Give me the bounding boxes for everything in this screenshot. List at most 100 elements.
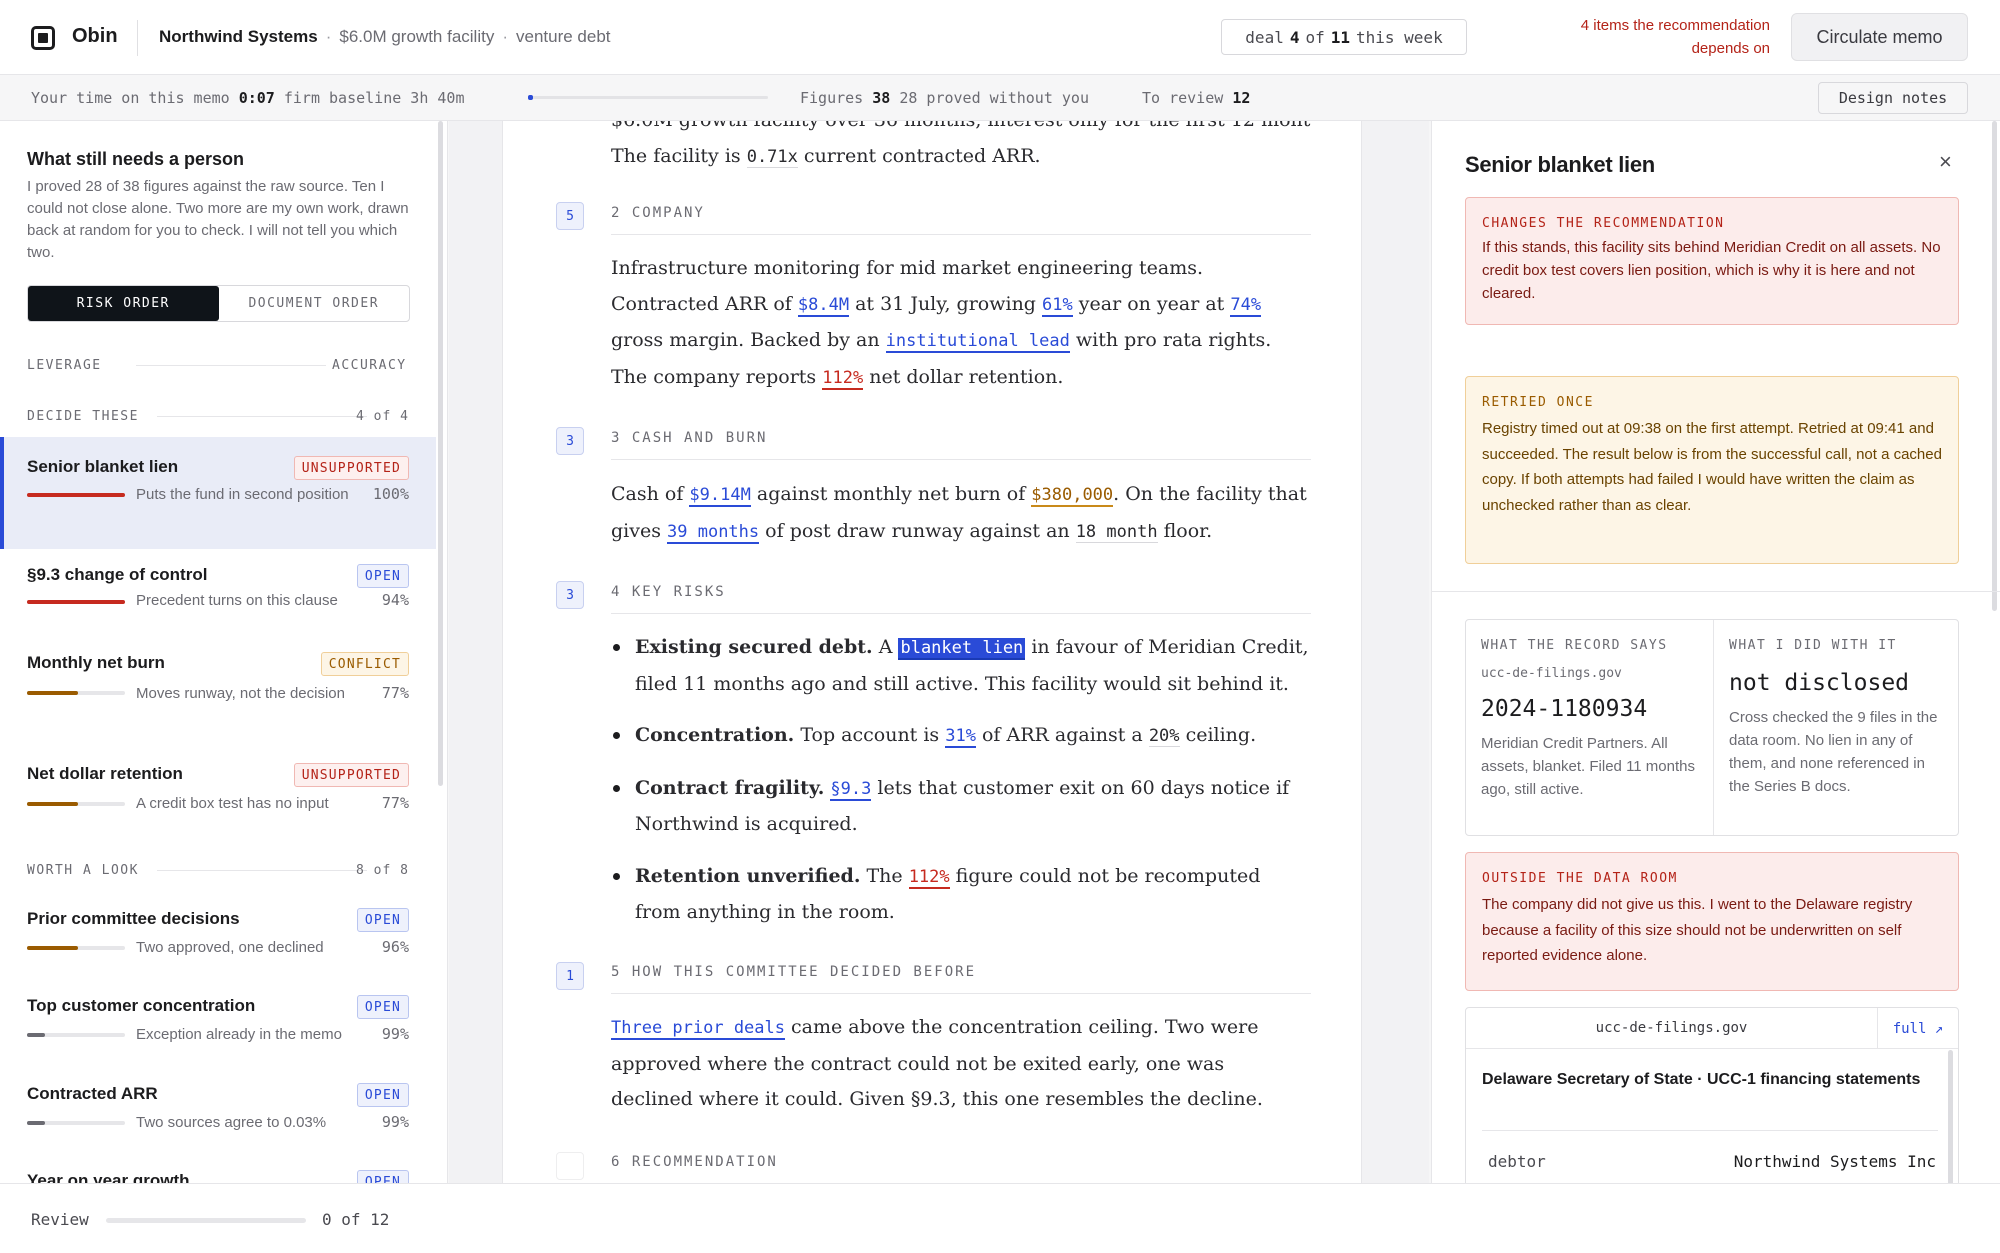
circulate-memo-button[interactable]: Circulate memo: [1791, 13, 1968, 61]
company-name: Northwind Systems: [159, 27, 318, 46]
design-notes-button[interactable]: Design notes: [1818, 82, 1968, 114]
item-subtitle: Two approved, one declined: [136, 939, 324, 956]
accuracy-value: 77%: [381, 684, 409, 702]
open-full-source-link[interactable]: full ↗: [1877, 1008, 1958, 1049]
time-on-memo: Your time on this memo 0:07 firm baselin…: [31, 89, 465, 107]
accuracy-value: 94%: [381, 591, 409, 609]
figures-stat: Figures 38 28 proved without you: [800, 89, 1089, 107]
leverage-bar: [27, 1121, 125, 1125]
figure-gross-margin[interactable]: 74%: [1230, 294, 1262, 317]
item-name: Monthly net burn: [27, 653, 165, 672]
leverage-bar: [27, 600, 125, 604]
risk-item: Contract fragility. §9.3 lets that custo…: [611, 771, 1311, 843]
review-progress-track: [106, 1218, 306, 1223]
figure-contracted-arr[interactable]: $8.4M: [797, 294, 850, 317]
deal-counter[interactable]: deal 4 of 11 this week: [1221, 19, 1467, 55]
risk-item: Existing secured debt. A blanket lien in…: [611, 630, 1311, 702]
order-toggle: RISK ORDER DOCUMENT ORDER: [27, 285, 410, 322]
source-title: Delaware Secretary of State · UCC-1 fina…: [1482, 1071, 1921, 1088]
section-count-badge[interactable]: 1: [556, 962, 584, 990]
accuracy-value: 100%: [372, 485, 409, 503]
figure-top-account-share[interactable]: 31%: [945, 726, 976, 748]
group-label: WORTH A LOOK: [27, 863, 139, 878]
card-caption: RETRIED ONCE: [1482, 395, 1594, 410]
leverage-fill: [27, 1033, 45, 1037]
item-subtitle: Precedent turns on this clause: [136, 592, 338, 609]
leverage-bar: [27, 691, 125, 695]
review-item-prior-committee-decisions[interactable]: Prior committee decisions OPEN Two appro…: [0, 897, 436, 977]
item-name: Senior blanket lien: [27, 457, 179, 476]
document-order-tab[interactable]: DOCUMENT ORDER: [219, 286, 410, 321]
close-icon[interactable]: ×: [1939, 149, 1952, 175]
divider: [1482, 1130, 1938, 1131]
figure-cash[interactable]: $9.14M: [689, 485, 751, 507]
action-caption: WHAT I DID WITH IT: [1729, 638, 1897, 653]
filing-number: 2024-1180934: [1481, 696, 1648, 722]
figure-concentration-ceiling[interactable]: 20%: [1148, 726, 1180, 747]
accuracy-value: 96%: [381, 938, 409, 956]
source-scrollbar[interactable]: [1948, 1050, 1953, 1183]
leverage-bar: [27, 493, 125, 497]
risk-list: Existing secured debt. A blanket lien in…: [611, 630, 1311, 947]
clause-9-3-link[interactable]: §9.3: [830, 778, 872, 801]
deal-summary: Northwind Systems · $6.0M growth facility ·…: [159, 27, 611, 46]
item-name: Year on year growth: [27, 1171, 190, 1183]
claim-prior-deals[interactable]: Three prior deals: [611, 1018, 785, 1040]
panel-scrollbar[interactable]: [1992, 121, 1997, 611]
review-item-contracted-arr[interactable]: Contracted ARR OPEN Two sources agree to…: [0, 1072, 436, 1152]
review-item-change-of-control[interactable]: §9.3 change of control OPEN Precedent tu…: [0, 553, 436, 633]
leverage-fill: [27, 691, 78, 695]
figure-arr-multiple[interactable]: 0.71x: [746, 146, 798, 168]
claim-blanket-lien[interactable]: blanket lien: [898, 638, 1026, 660]
source-domain: ucc-de-filings.gov: [1595, 1020, 1748, 1036]
status-badge: OPEN: [356, 564, 409, 588]
facility-type: venture debt: [516, 27, 611, 46]
section-heading-company: 2 COMPANY: [611, 205, 1311, 235]
card-text: If this stands, this facility sits behin…: [1482, 239, 1941, 302]
review-label: Review: [31, 1210, 89, 1229]
review-item-senior-blanket-lien[interactable]: Senior blanket lien UNSUPPORTED Puts the…: [0, 437, 436, 549]
status-badge: OPEN: [356, 908, 409, 932]
section-count-badge[interactable]: [556, 1152, 584, 1180]
section-count-badge[interactable]: 3: [556, 581, 584, 609]
figure-growth[interactable]: 61%: [1042, 294, 1073, 317]
memo-paragraph-committee: Three prior deals came above the concent…: [611, 1016, 1263, 1110]
review-item-top-customer-concentration[interactable]: Top customer concentration OPEN Exceptio…: [0, 984, 436, 1064]
leverage-fill: [27, 600, 125, 604]
text: The facility is: [611, 144, 747, 167]
divider: [1432, 591, 2000, 592]
figure-retention[interactable]: 112%: [908, 866, 950, 889]
section-count-badge[interactable]: 5: [556, 202, 584, 230]
memo-area: $6.0M growth facility over 36 months, in…: [449, 121, 1429, 1183]
review-count: 0 of 12: [322, 1210, 390, 1229]
review-item-monthly-net-burn[interactable]: Monthly net burn CONFLICT Moves runway, …: [0, 641, 436, 741]
review-item-year-on-year-growth[interactable]: Year on year growth OPEN: [0, 1159, 436, 1183]
section-heading-key-risks: 4 KEY RISKS: [611, 584, 1311, 614]
risk-order-tab[interactable]: RISK ORDER: [28, 286, 219, 321]
group-count: 8 of 8: [356, 863, 409, 878]
deal-counter-of: of: [1305, 27, 1325, 47]
group-count: 4 of 4: [356, 409, 409, 424]
terms-fragment: $6.0M growth facility over 36 months, in…: [611, 121, 1311, 139]
figure-monthly-burn[interactable]: $380,000: [1031, 485, 1114, 507]
evidence-panel: Senior blanket lien × CHANGES THE RECOMM…: [1431, 121, 2000, 1183]
figure-runway-floor[interactable]: 18 month: [1075, 521, 1158, 543]
group-header-worth-a-look: WORTH A LOOK 8 of 8: [27, 863, 409, 878]
record-column: WHAT THE RECORD SAYS ucc-de-filings.gov …: [1466, 620, 1712, 835]
accuracy-column-header: ACCURACY: [332, 358, 407, 373]
status-badge: CONFLICT: [320, 652, 409, 676]
to-review-stat: To review 12: [1142, 89, 1251, 107]
card-text: Registry timed out at 09:38 on the first…: [1482, 420, 1942, 514]
review-item-net-dollar-retention[interactable]: Net dollar retention UNSUPPORTED A credi…: [0, 752, 436, 832]
leverage-bar: [27, 802, 125, 806]
section-count-badge[interactable]: 3: [556, 427, 584, 455]
record-source: ucc-de-filings.gov: [1481, 666, 1622, 681]
dependency-warning-link[interactable]: 4 items the recommendation depends on: [1530, 14, 1770, 60]
card-caption: OUTSIDE THE DATA ROOM: [1482, 871, 1678, 886]
sidebar-scrollbar[interactable]: [438, 121, 443, 786]
figure-net-dollar-retention[interactable]: 112%: [822, 367, 864, 390]
risk-item: Concentration. Top account is 31% of ARR…: [611, 718, 1311, 755]
deal-counter-label: deal: [1245, 27, 1284, 47]
figure-runway[interactable]: 39 months: [667, 521, 760, 544]
claim-institutional-lead[interactable]: institutional lead: [885, 331, 1070, 353]
